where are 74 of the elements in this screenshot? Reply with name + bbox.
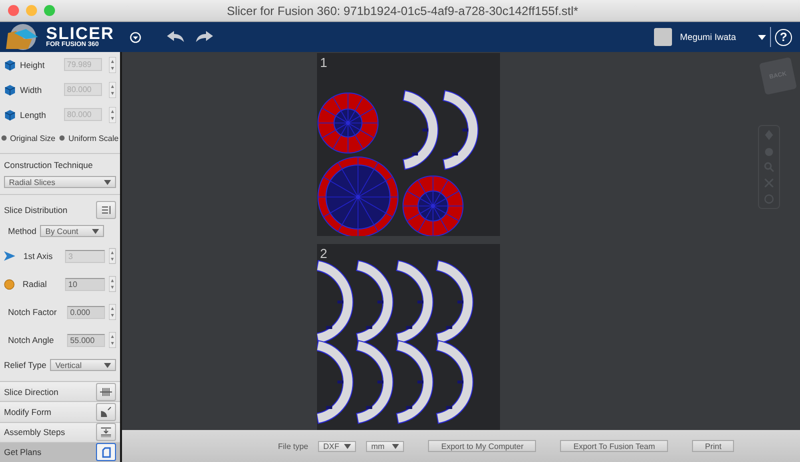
field-label: Method (7, 226, 36, 236)
help-button[interactable]: ? (775, 28, 792, 46)
field-label: Relief Type (4, 360, 46, 370)
user-name[interactable]: Megumi Iwata (680, 32, 736, 42)
number-field[interactable]: 10 (65, 278, 106, 290)
redo-icon[interactable] (195, 31, 214, 43)
step-row[interactable]: Slice Direction (0, 381, 120, 402)
stepper-icon[interactable] (109, 304, 116, 320)
stack-icon (101, 427, 111, 438)
step-row[interactable]: Modify Form (0, 401, 120, 422)
export-button[interactable]: Export to My Computer (428, 440, 536, 452)
field-label: File type (278, 442, 308, 450)
stepper-icon[interactable] (109, 248, 116, 264)
step-button[interactable] (96, 443, 116, 462)
step-label: Slice Direction (4, 386, 58, 397)
undo-icon[interactable] (167, 31, 186, 43)
list-button[interactable] (96, 201, 116, 219)
cube-icon (4, 84, 16, 96)
stepper-icon[interactable] (109, 82, 116, 98)
document-icon (102, 446, 110, 458)
step-button[interactable] (96, 423, 116, 442)
stepper-icon[interactable] (109, 106, 116, 122)
field-label: Notch Factor (8, 307, 58, 317)
technique-dropdown[interactable]: Radial Slices (4, 176, 116, 188)
triangle-icon (4, 251, 16, 261)
step-label: Get Plans (4, 447, 42, 458)
units-dropdown[interactable]: mm (366, 440, 404, 452)
window-title: Slicer for Fusion 360: 971b1924-01c5-4af9-a728-30c142ff155f.stl* (226, 4, 580, 18)
export-button[interactable]: Export To Fusion Team (560, 440, 668, 452)
number-field[interactable]: 0.000 (67, 306, 106, 318)
caret-icon (392, 444, 400, 448)
relief-dropdown[interactable]: Vertical (50, 359, 116, 371)
field-label: 1st Axis (22, 251, 54, 261)
step-label: Modify Form (4, 406, 52, 417)
stepper-icon[interactable] (109, 276, 116, 292)
caret-icon (104, 180, 111, 184)
close-icon[interactable] (8, 5, 19, 16)
section-title: Construction Technique (4, 160, 94, 170)
stepper-icon[interactable] (109, 56, 116, 72)
field-label: Height (20, 60, 46, 70)
avatar-placeholder[interactable] (654, 28, 672, 46)
option-label[interactable]: Uniform Scale (68, 134, 119, 142)
radio-icon[interactable] (1, 135, 7, 141)
caret-icon (344, 444, 352, 448)
number-field[interactable]: 55.000 (67, 334, 106, 346)
dropdown-icon[interactable] (130, 32, 142, 42)
field-label: Length (20, 110, 47, 120)
export-button[interactable]: Print (692, 440, 734, 452)
step-button[interactable] (96, 382, 116, 401)
cube-icon (4, 58, 16, 70)
method-dropdown[interactable]: By Count (40, 225, 104, 237)
cube-icon (4, 108, 16, 120)
field-label: Radial (22, 279, 48, 289)
sheet-number: 1 (320, 55, 328, 70)
step-label: Assembly Steps (4, 427, 65, 438)
step-row[interactable]: Assembly Steps (0, 422, 120, 442)
section-title: Slice Distribution (4, 205, 68, 215)
step-button[interactable] (96, 402, 116, 421)
circle-icon (4, 278, 15, 290)
list-icon (102, 206, 110, 214)
field-label: Notch Angle (8, 335, 55, 345)
option-label[interactable]: Original Size (10, 134, 56, 142)
step-row[interactable]: Get Plans (0, 442, 120, 462)
field-label: Width (20, 84, 43, 94)
caret-icon[interactable] (758, 34, 766, 40)
logo-title: SLICER (46, 25, 114, 42)
radio-icon[interactable] (59, 135, 66, 141)
form-icon (101, 406, 111, 417)
sheet-number: 2 (320, 246, 328, 261)
caret-icon (104, 362, 111, 368)
slice-lines-icon (100, 388, 112, 396)
stepper-icon[interactable] (109, 332, 116, 348)
caret-icon (92, 228, 100, 234)
format-dropdown[interactable]: DXF (318, 440, 356, 452)
